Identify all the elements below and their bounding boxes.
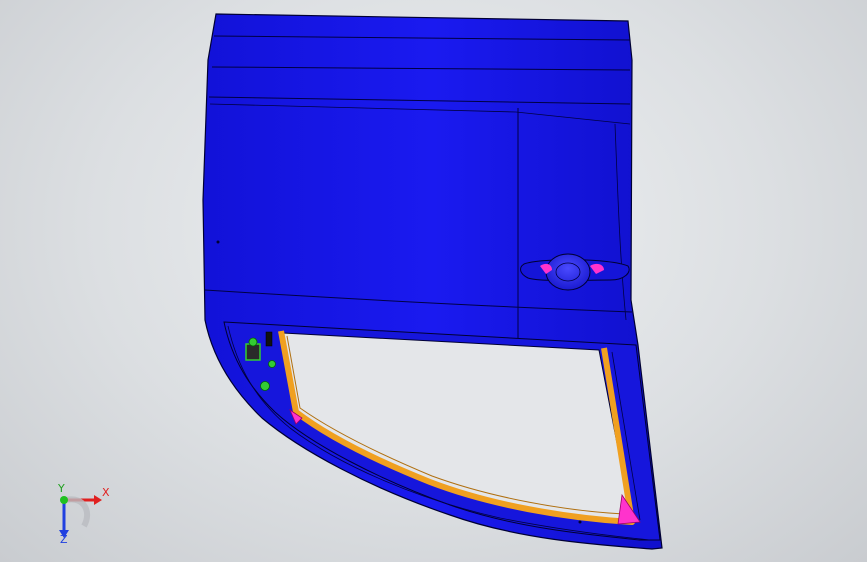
y-axis-dot [60, 496, 68, 504]
door-model[interactable] [0, 0, 867, 562]
marker-dot [216, 240, 220, 244]
triad-shadow [65, 496, 91, 528]
axis-triad: X Y Z [44, 478, 124, 548]
marker-dot [578, 520, 582, 524]
cad-viewport[interactable]: X Y Z [0, 0, 867, 562]
y-axis-label: Y [58, 482, 65, 495]
x-axis-label: X [102, 486, 110, 499]
z-axis-label: Z [60, 533, 68, 546]
